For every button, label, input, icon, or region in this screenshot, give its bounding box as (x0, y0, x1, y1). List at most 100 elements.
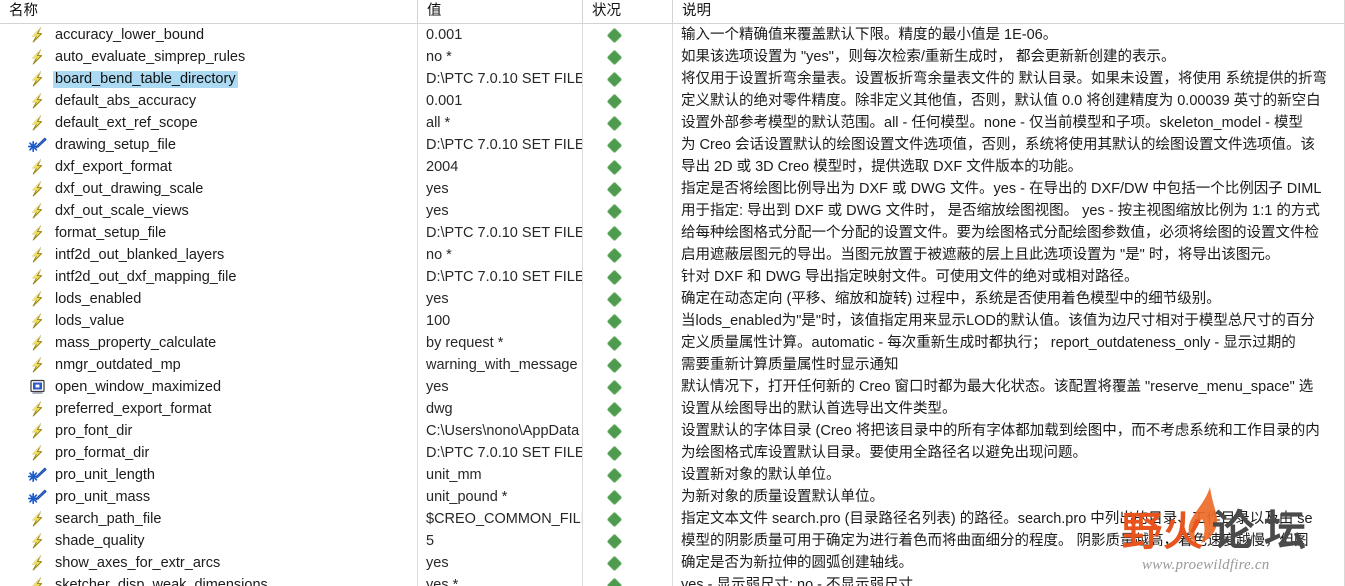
option-value-cell[interactable]: no * (417, 46, 582, 68)
option-name-cell[interactable]: accuracy_lower_bound (0, 24, 417, 46)
table-row[interactable]: pro_format_dir D:\PTC 7.0.10 SET FILE 为绘图格… (0, 442, 1344, 464)
option-value-cell[interactable]: D:\PTC 7.0.10 SET FILE (417, 222, 582, 244)
option-value-cell[interactable]: yes (417, 178, 582, 200)
option-name-cell[interactable]: dxf_export_format (0, 156, 417, 178)
option-value-cell[interactable]: yes (417, 376, 582, 398)
table-row[interactable]: mass_property_calculate by request * 定义质量属… (0, 332, 1344, 354)
table-row[interactable]: auto_evaluate_simprep_rules no * 如果该选项设置为 … (0, 46, 1344, 68)
table-row[interactable]: sketcher_disp_weak_dimensions yes * yes - … (0, 574, 1344, 586)
option-description-cell: 指定是否将绘图比例导出为 DXF 或 DWG 文件。yes - 在导出的 DXF… (681, 181, 1322, 197)
table-row[interactable]: search_path_file $CREO_COMMON_FILES 指定文本文件… (0, 508, 1344, 530)
table-row[interactable]: pro_unit_mass unit_pound * 为新对象的质量设置默认单位。 (0, 486, 1344, 508)
option-name-cell[interactable]: lods_value (0, 310, 417, 332)
table-row[interactable]: default_abs_accuracy 0.001 定义默认的绝对零件精度。除非定… (0, 90, 1344, 112)
option-name-cell[interactable]: intf2d_out_dxf_mapping_file (0, 266, 417, 288)
option-name-cell[interactable]: mass_property_calculate (0, 332, 417, 354)
table-row[interactable]: format_setup_file D:\PTC 7.0.10 SET FILE 给… (0, 222, 1344, 244)
option-value-cell[interactable]: unit_pound * (417, 486, 582, 508)
option-value-cell[interactable]: D:\PTC 7.0.10 SET FILE (417, 266, 582, 288)
option-name-cell[interactable]: dxf_out_drawing_scale (0, 178, 417, 200)
table-row[interactable]: show_axes_for_extr_arcs yes 确定是否为新拉伸的圆弧创建轴… (0, 552, 1344, 574)
table-row[interactable]: default_ext_ref_scope all * 设置外部参考模型的默认范围。… (0, 112, 1344, 134)
table-row[interactable]: nmgr_outdated_mp warning_with_message 需要重新… (0, 354, 1344, 376)
option-name-cell[interactable]: shade_quality (0, 530, 417, 552)
option-name-cell[interactable]: pro_unit_length (0, 464, 417, 486)
table-row[interactable]: dxf_export_format 2004 导出 2D 或 3D Creo 模型时… (0, 156, 1344, 178)
table-row[interactable]: board_bend_table_directory D:\PTC 7.0.10 … (0, 68, 1344, 90)
option-value-cell[interactable]: 0.001 (417, 90, 582, 112)
option-value-cell[interactable]: all * (417, 112, 582, 134)
option-name-cell[interactable]: dxf_out_scale_views (0, 200, 417, 222)
option-name-label: open_window_maximized (55, 378, 222, 395)
option-value-cell[interactable]: no * (417, 244, 582, 266)
option-value-cell[interactable]: D:\PTC 7.0.10 SET FILE (417, 442, 582, 464)
option-name-cell[interactable]: pro_format_dir (0, 442, 417, 464)
table-row[interactable]: preferred_export_format dwg 设置从绘图导出的默认首选导出… (0, 398, 1344, 420)
option-name-cell[interactable]: show_axes_for_extr_arcs (0, 552, 417, 574)
option-name-cell[interactable]: pro_font_dir (0, 420, 417, 442)
option-status-cell (582, 222, 672, 244)
table-row[interactable]: dxf_out_scale_views yes 用于指定: 导出到 DXF 或 DW… (0, 200, 1344, 222)
option-value-cell[interactable]: 2004 (417, 156, 582, 178)
option-value-label: no * (426, 49, 452, 65)
column-header-name[interactable]: 名称 (0, 0, 417, 23)
option-name-cell[interactable]: intf2d_out_blanked_layers (0, 244, 417, 266)
option-name-cell[interactable]: nmgr_outdated_mp (0, 354, 417, 376)
options-configuration-grid: 名称 值 状况 说明 accuracy_lower_bound 0.001 输入一个… (0, 0, 1345, 586)
table-row[interactable]: lods_value 100 当lods_enabled为"是"时，该值指定用来显示… (0, 310, 1344, 332)
option-name-cell[interactable]: default_ext_ref_scope (0, 112, 417, 134)
option-value-cell[interactable]: yes * (417, 574, 582, 586)
option-name-cell[interactable]: format_setup_file (0, 222, 417, 244)
status-ok-indicator (606, 533, 623, 550)
option-value-cell[interactable]: unit_mm (417, 464, 582, 486)
option-value-cell[interactable]: yes (417, 552, 582, 574)
option-value-label: all * (426, 115, 451, 131)
option-value-cell[interactable]: D:\PTC 7.0.10 SET FILE (417, 134, 582, 156)
option-name-cell[interactable]: drawing_setup_file (0, 134, 417, 156)
option-value-cell[interactable]: 0.001 (417, 24, 582, 46)
option-status-cell (582, 530, 672, 552)
option-value-cell[interactable]: dwg (417, 398, 582, 420)
option-name-cell[interactable]: board_bend_table_directory (0, 68, 417, 90)
table-row[interactable]: intf2d_out_dxf_mapping_file D:\PTC 7.0.10… (0, 266, 1344, 288)
option-value-cell[interactable]: by request * (417, 332, 582, 354)
option-value-cell[interactable]: 5 (417, 530, 582, 552)
option-status-cell (582, 486, 672, 508)
option-value-label: D:\PTC 7.0.10 SET FILE (426, 71, 582, 87)
option-value-cell[interactable]: yes (417, 200, 582, 222)
option-value-cell[interactable]: C:\Users\nono\AppData (417, 420, 582, 442)
table-row[interactable]: pro_unit_length unit_mm 设置新对象的默认单位。 (0, 464, 1344, 486)
table-row[interactable]: intf2d_out_blanked_layers no * 启用遮蔽层图元的导出。… (0, 244, 1344, 266)
table-row[interactable]: lods_enabled yes 确定在动态定向 (平移、缩放和旋转) 过程中，系统… (0, 288, 1344, 310)
lightning-icon (28, 401, 47, 417)
option-status-cell (582, 244, 672, 266)
option-value-cell[interactable]: D:\PTC 7.0.10 SET FILE (417, 68, 582, 90)
table-row[interactable]: accuracy_lower_bound 0.001 输入一个精确值来覆盖默认下限。… (0, 24, 1344, 46)
option-name-cell[interactable]: auto_evaluate_simprep_rules (0, 46, 417, 68)
table-row[interactable]: open_window_maximized yes 默认情况下，打开任何新的 Cre… (0, 376, 1344, 398)
option-value-cell[interactable]: 100 (417, 310, 582, 332)
column-header-status[interactable]: 状况 (582, 0, 672, 23)
status-ok-indicator (606, 467, 623, 484)
lightning-icon (28, 247, 47, 263)
table-row[interactable]: dxf_out_drawing_scale yes 指定是否将绘图比例导出为 DXF… (0, 178, 1344, 200)
option-value-cell[interactable]: warning_with_message (417, 354, 582, 376)
column-header-value[interactable]: 值 (417, 0, 582, 23)
option-name-cell[interactable]: preferred_export_format (0, 398, 417, 420)
option-value-cell[interactable]: yes (417, 288, 582, 310)
option-value-cell[interactable]: $CREO_COMMON_FILES (417, 508, 582, 530)
table-row[interactable]: shade_quality 5 模型的阴影质量可用于确定为进行着色而将曲面细分的程度… (0, 530, 1344, 552)
table-row[interactable]: drawing_setup_file D:\PTC 7.0.10 SET FILE… (0, 134, 1344, 156)
option-name-cell[interactable]: search_path_file (0, 508, 417, 530)
option-name-label: lods_enabled (55, 290, 142, 307)
option-name-cell[interactable]: default_abs_accuracy (0, 90, 417, 112)
status-ok-indicator (606, 71, 623, 88)
option-name-cell[interactable]: sketcher_disp_weak_dimensions (0, 574, 417, 586)
option-name-cell[interactable]: lods_enabled (0, 288, 417, 310)
option-name-cell[interactable]: pro_unit_mass (0, 486, 417, 508)
option-name-cell[interactable]: open_window_maximized (0, 376, 417, 398)
table-row[interactable]: pro_font_dir C:\Users\nono\AppData 设置默认的字体… (0, 420, 1344, 442)
column-header-description[interactable]: 说明 (672, 0, 1344, 23)
star-pen-icon (27, 137, 47, 153)
lightning-icon (28, 71, 47, 87)
